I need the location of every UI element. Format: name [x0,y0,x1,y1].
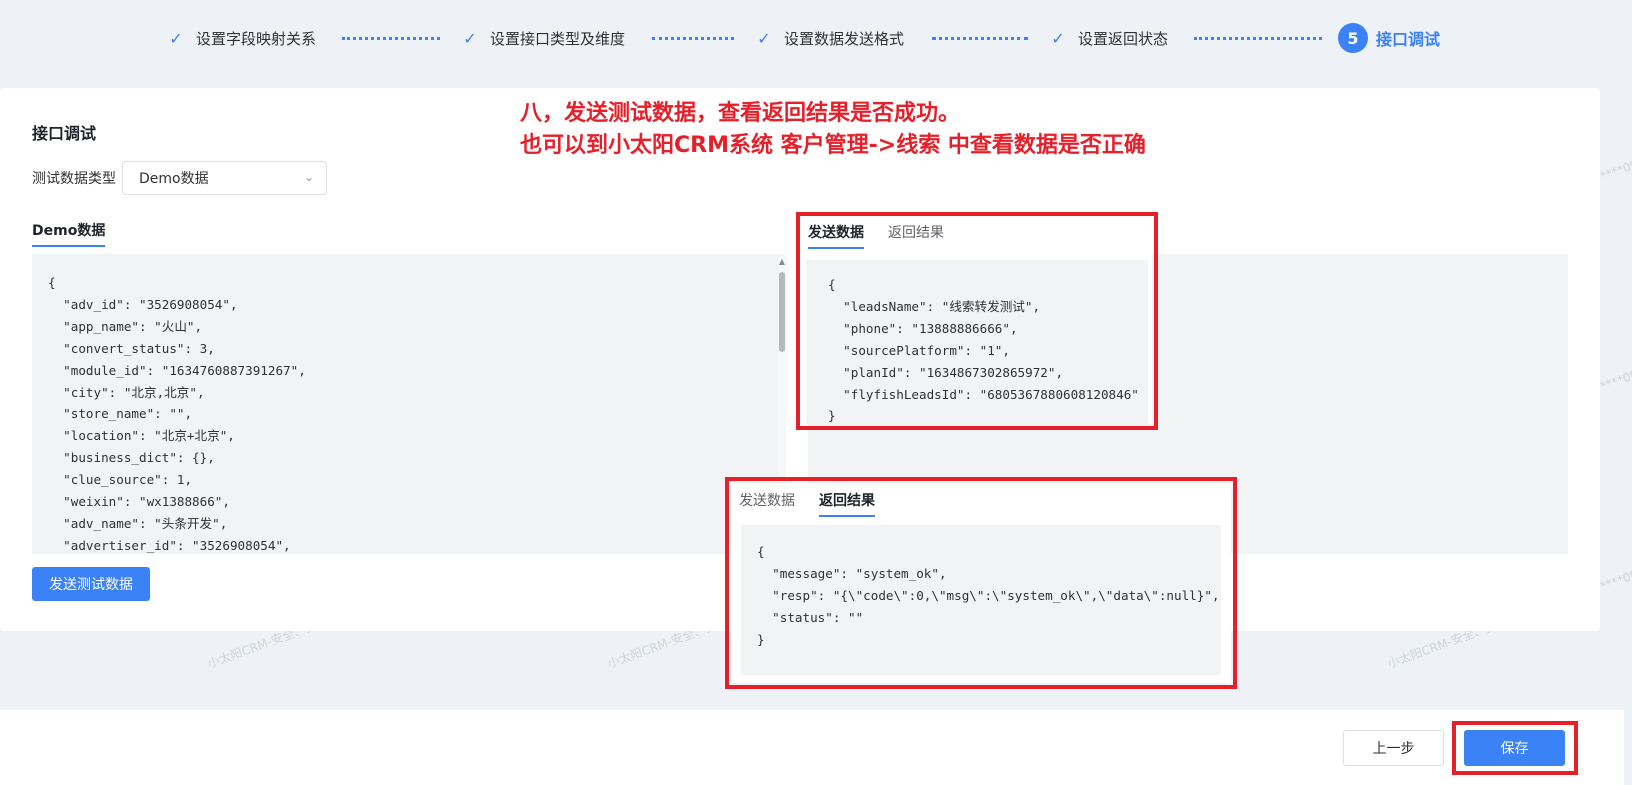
step-connector [932,37,1028,40]
highlight-box [725,477,1237,689]
highlight-box [1452,721,1578,775]
check-icon: ✓ [463,28,477,48]
demo-code-area[interactable]: { "adv_id": "3526908054", "app_name": "火… [32,254,784,554]
step-3[interactable]: ✓ 设置数据发送格式 [754,22,904,54]
highlight-box [796,212,1158,430]
annotation: 八，发送测试数据，查看返回结果是否成功。 也可以到小太阳CRM系统 客户管理->… [520,98,1146,162]
check-icon: ✓ [169,28,183,48]
check-icon: ✓ [757,28,771,48]
card-title: 接口调试 [32,124,97,143]
step-label: 接口调试 [1376,30,1441,49]
step-1[interactable]: ✓ 设置字段映射关系 [166,22,316,54]
select-value: Demo数据 [139,171,209,187]
chevron-down-icon: ⌄ [303,170,314,184]
step-5[interactable]: 5 接口调试 [1338,22,1440,54]
step-label: 设置接口类型及维度 [490,29,626,48]
step-label: 设置数据发送格式 [784,29,905,48]
step-connector [342,37,440,40]
check-icon: ✓ [1051,28,1065,48]
step-4[interactable]: ✓ 设置返回状态 [1048,22,1168,54]
scroll-thumb[interactable] [779,272,785,352]
step-connector [1194,37,1322,40]
step-label: 设置返回状态 [1078,29,1169,48]
annotation-line-1: 八，发送测试数据，查看返回结果是否成功。 [520,101,961,126]
annotation-line-2: 也可以到小太阳CRM系统 客户管理->线索 中查看数据是否正确 [520,133,1146,158]
demo-code: { "adv_id": "3526908054", "app_name": "火… [48,275,306,553]
tab-demo-data[interactable]: Demo数据 [32,220,106,247]
test-data-type-label: 测试数据类型 [32,171,116,187]
step-number: 5 [1338,23,1368,53]
send-test-data-button[interactable]: 发送测试数据 [32,567,150,601]
previous-step-button[interactable]: 上一步 [1343,730,1444,766]
test-data-type-select[interactable]: Demo数据 ⌄ [122,161,327,195]
steps-bar: ✓ 设置字段映射关系 ✓ 设置接口类型及维度 ✓ 设置数据发送格式 ✓ 设置返回… [0,0,1632,80]
step-label: 设置字段映射关系 [196,29,317,48]
step-2[interactable]: ✓ 设置接口类型及维度 [460,22,625,54]
scroll-up-arrow-icon[interactable]: ▲ [778,256,786,268]
step-connector [652,37,734,40]
